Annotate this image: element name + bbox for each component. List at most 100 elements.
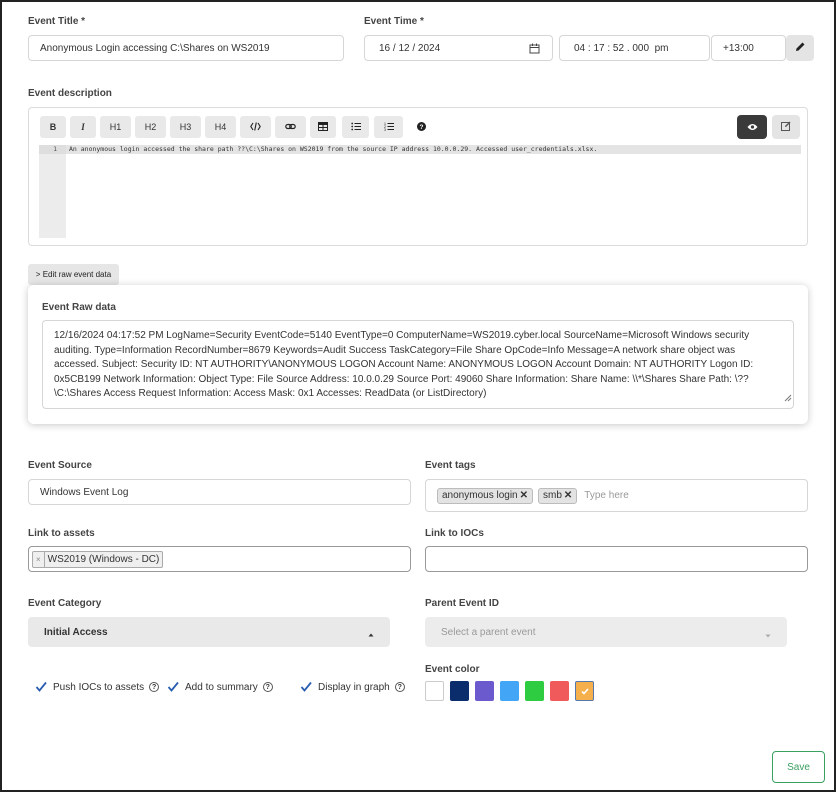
color-swatch-green[interactable] <box>525 681 544 701</box>
color-swatch-white[interactable] <box>425 681 444 701</box>
edit-raw-toggle[interactable]: > Edit raw event data <box>28 264 119 285</box>
resize-handle-icon[interactable] <box>784 393 792 408</box>
add-summary-checkbox[interactable]: Add to summary ? <box>167 681 273 693</box>
asset-chip-label: WS2019 (Windows - DC) <box>47 553 160 565</box>
event-source-label: Event Source <box>28 460 92 471</box>
remove-asset-icon[interactable]: × <box>33 551 45 567</box>
link-iocs-label: Link to IOCs <box>425 528 484 539</box>
event-source-value: Windows Event Log <box>40 486 129 498</box>
help-button[interactable]: ? <box>414 120 428 134</box>
event-title-value: Anonymous Login accessing C:\Shares on W… <box>40 42 270 54</box>
svg-text:3: 3 <box>384 128 386 131</box>
push-iocs-checkbox[interactable]: Push IOCs to assets ? <box>35 681 160 693</box>
code-button[interactable] <box>240 116 271 138</box>
bold-label: B <box>49 122 57 132</box>
tag-label: anonymous login <box>442 490 518 501</box>
parent-event-label: Parent Event ID <box>425 598 499 609</box>
checkmark-icon <box>167 681 179 693</box>
event-source-input[interactable]: Windows Event Log <box>28 479 411 505</box>
h3-button[interactable]: H3 <box>170 116 201 138</box>
event-time-input[interactable]: 04 : 17 : 52 . 000 pm <box>559 35 710 61</box>
tag-anonymous-login: anonymous login ✕ <box>437 487 533 504</box>
calendar-icon[interactable] <box>529 43 540 57</box>
table-button[interactable] <box>310 116 336 138</box>
remove-tag-icon[interactable]: ✕ <box>520 490 528 501</box>
help-icon[interactable]: ? <box>149 682 160 692</box>
event-time-label: Event Time * <box>364 16 424 27</box>
caret-up-icon <box>368 629 374 640</box>
save-button[interactable]: Save <box>772 751 825 783</box>
parent-event-placeholder: Select a parent event <box>441 626 536 638</box>
h2-label: H2 <box>144 122 157 132</box>
line-gutter <box>39 145 66 238</box>
checkmark-icon <box>300 681 312 693</box>
add-summary-label: Add to summary <box>185 681 258 693</box>
color-swatch-blue[interactable] <box>500 681 519 701</box>
display-graph-label: Display in graph <box>318 681 390 693</box>
timezone-input[interactable]: +13:00 <box>711 35 786 61</box>
color-swatch-navy[interactable] <box>450 681 469 701</box>
line-number: 1 <box>39 145 66 154</box>
event-tags-input[interactable]: anonymous login ✕ smb ✕ Type here <box>425 479 808 512</box>
event-color-label: Event color <box>425 664 480 675</box>
selected-check-icon <box>580 682 589 700</box>
raw-data-textarea[interactable]: 12/16/2024 04:17:52 PM LogName=Security … <box>42 320 794 409</box>
link-iocs-input[interactable] <box>425 546 808 572</box>
event-category-label: Event Category <box>28 598 102 609</box>
bullet-list-button[interactable] <box>342 116 369 138</box>
numbered-list-button[interactable]: 123 <box>374 116 403 138</box>
checkmark-icon <box>35 681 47 693</box>
asset-chip: × WS2019 (Windows - DC) <box>32 550 164 568</box>
eye-icon <box>747 118 758 136</box>
h4-label: H4 <box>214 122 227 132</box>
pencil-icon <box>795 39 806 57</box>
edit-icon <box>781 118 791 136</box>
tags-placeholder: Type here <box>584 490 629 501</box>
svg-text:?: ? <box>419 124 423 131</box>
italic-button[interactable]: I <box>70 116 96 138</box>
timezone-value: +13:00 <box>723 42 754 54</box>
h2-button[interactable]: H2 <box>135 116 166 138</box>
push-iocs-label: Push IOCs to assets <box>53 681 145 693</box>
color-swatch-red[interactable] <box>550 681 569 701</box>
event-title-label: Event Title * <box>28 16 86 27</box>
event-category-select[interactable]: Initial Access <box>28 617 390 647</box>
link-icon <box>285 122 296 133</box>
link-assets-input[interactable]: × WS2019 (Windows - DC) <box>28 546 411 572</box>
description-text[interactable]: An anonymous login accessed the share pa… <box>69 145 597 154</box>
bullet-list-icon <box>350 122 361 133</box>
link-button[interactable] <box>275 116 306 138</box>
numbered-list-icon: 123 <box>384 122 394 133</box>
tag-smb: smb ✕ <box>538 487 578 504</box>
caret-down-icon <box>765 630 771 641</box>
event-tags-label: Event tags <box>425 460 476 471</box>
bold-button[interactable]: B <box>40 116 66 138</box>
remove-tag-icon[interactable]: ✕ <box>564 490 572 501</box>
preview-button[interactable] <box>737 115 767 139</box>
help-icon[interactable]: ? <box>394 682 405 692</box>
h4-button[interactable]: H4 <box>205 116 236 138</box>
parent-event-select[interactable]: Select a parent event <box>425 617 787 647</box>
help-icon: ? <box>416 118 426 136</box>
color-swatch-orange[interactable] <box>575 681 594 701</box>
link-assets-label: Link to assets <box>28 528 95 539</box>
description-label: Event description <box>28 88 112 99</box>
italic-label: I <box>81 122 85 132</box>
edit-mode-button[interactable] <box>772 115 800 139</box>
event-date-value: 16 / 12 / 2024 <box>379 42 441 54</box>
raw-data-text: 12/16/2024 04:17:52 PM LogName=Security … <box>54 330 754 399</box>
event-date-input[interactable]: 16 / 12 / 2024 <box>364 35 553 61</box>
edit-time-button[interactable] <box>786 35 814 61</box>
display-graph-checkbox[interactable]: Display in graph ? <box>300 681 405 693</box>
event-title-input[interactable]: Anonymous Login accessing C:\Shares on W… <box>28 35 344 61</box>
color-swatch-purple[interactable] <box>475 681 494 701</box>
help-icon[interactable]: ? <box>262 682 273 692</box>
event-time-value: 04 : 17 : 52 . 000 pm <box>574 42 669 54</box>
table-icon <box>318 121 328 133</box>
h1-button[interactable]: H1 <box>100 116 131 138</box>
raw-data-label: Event Raw data <box>42 302 116 313</box>
h1-label: H1 <box>109 122 122 132</box>
event-category-value: Initial Access <box>44 626 108 638</box>
h3-label: H3 <box>179 122 192 132</box>
code-icon <box>250 121 261 133</box>
